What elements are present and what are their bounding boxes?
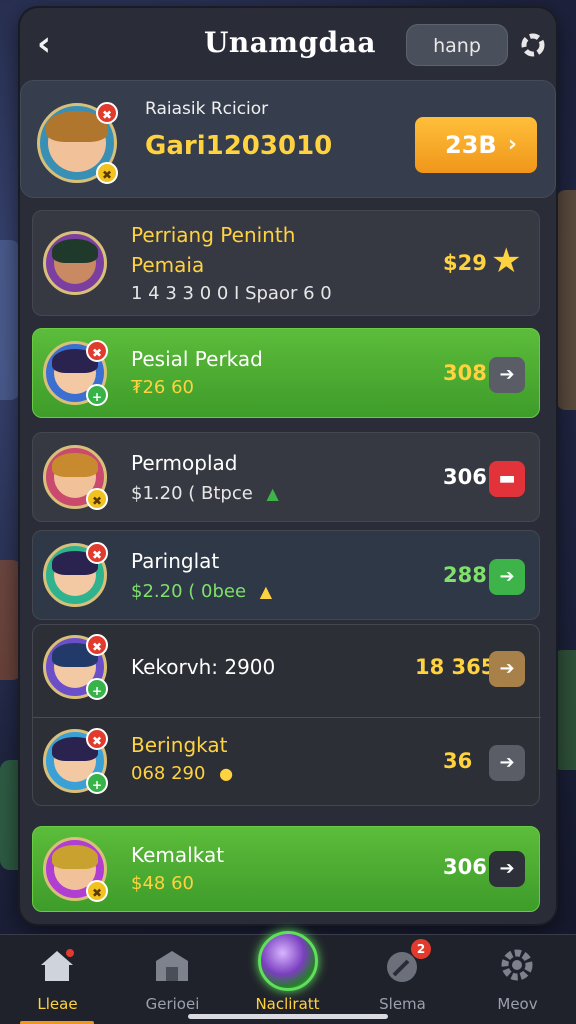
row-subtext: 1 4 3 3 0 0 I Spaor 6 0 xyxy=(131,283,332,304)
background-scenery xyxy=(0,560,22,680)
nav-item-settings[interactable]: Meov xyxy=(460,935,575,1024)
row-subtext-value: 068 290 xyxy=(131,763,206,784)
coin-icon: ✖ xyxy=(96,162,118,184)
row-name: Permoplad xyxy=(131,451,238,475)
avatar: ✖ + xyxy=(43,340,108,406)
nav-item-shop[interactable]: Gerioei xyxy=(115,935,230,1024)
settings-icon[interactable] xyxy=(516,28,550,62)
leaderboard-row[interactable]: Perriang Peninth Pemaia 1 4 3 3 0 0 I Sp… xyxy=(32,210,540,316)
nav-label: Meov xyxy=(497,995,538,1013)
nav-item-home[interactable]: Lleae xyxy=(0,935,115,1024)
leaderboard-row[interactable]: ✖ Paringlat $2.20 ( 0bee ▲ 288 ➔ xyxy=(32,530,540,620)
plus-icon: + xyxy=(86,772,108,794)
nav-item-orb[interactable]: Nacliratt xyxy=(230,931,345,1024)
plus-icon: + xyxy=(86,384,108,406)
notification-icon: ✖ xyxy=(86,728,108,750)
profile-id: Gari1203010 xyxy=(145,131,333,161)
avatar: ✖ + xyxy=(43,634,108,700)
row-subtext: $48 60 xyxy=(131,873,194,894)
avatar: ✖ xyxy=(43,542,108,607)
flag-icon[interactable]: ▬ xyxy=(489,461,525,497)
player-profile-card: ✖ ✖ Raiasik Rcicior Gari1203010 23B › xyxy=(20,80,556,198)
home-icon xyxy=(41,949,74,981)
arrow-icon[interactable]: ➔ xyxy=(489,559,525,595)
profile-button-label: 23B xyxy=(445,131,497,159)
up-triangle-icon: ▲ xyxy=(266,484,279,503)
plus-icon: + xyxy=(86,678,108,700)
chevron-right-icon: › xyxy=(507,132,517,157)
row-name-line2: Pemaia xyxy=(131,253,205,277)
row-subtext: 068 290 ● xyxy=(131,763,233,784)
row-score: 308 xyxy=(443,361,487,385)
leaderboard-row[interactable]: ✖ Kemalkat $48 60 306 ➔ xyxy=(32,826,540,912)
bottom-nav: Lleae Gerioei Nacliratt 2 Slema Meov xyxy=(0,931,576,1024)
row-subtext: $2.20 ( 0bee ▲ xyxy=(131,581,272,602)
nav-label: Lleae xyxy=(37,995,78,1013)
leaderboard-row[interactable]: ✖ + Pesial Perkad ₮26 60 308 ➔ xyxy=(32,328,540,418)
notification-icon: ✖ xyxy=(86,542,108,564)
row-name: Pesial Perkad xyxy=(131,347,263,371)
nav-item-compass[interactable]: 2 Slema xyxy=(345,935,460,1024)
home-indicator xyxy=(188,1014,388,1019)
header: ‹ Unamgdaa hanp xyxy=(20,8,556,80)
help-button[interactable]: hanp xyxy=(406,24,508,66)
row-score: 288 xyxy=(443,563,487,587)
avatar: ✖ ✖ xyxy=(37,102,118,184)
notification-icon: ✖ xyxy=(96,102,118,124)
arrow-icon[interactable]: ➔ xyxy=(489,357,525,393)
arrow-icon[interactable]: ➔ xyxy=(489,745,525,781)
notification-icon: ✖ xyxy=(86,634,108,656)
background-scenery xyxy=(556,190,576,410)
page-title: Unamgdaa xyxy=(204,26,376,59)
warning-icon: ▲ xyxy=(259,582,273,601)
coin-icon: ✖ xyxy=(86,880,108,902)
background-scenery xyxy=(0,240,20,400)
coin-icon: ✖ xyxy=(86,488,108,510)
avatar: ✖ xyxy=(43,837,108,902)
leaderboard-row[interactable]: ✖ Permoplad $1.20 ( Btpce ▲ 306 ▬ xyxy=(32,432,540,522)
leaderboard-panel: ‹ Unamgdaa hanp ✖ ✖ Raiasik Rcicior Gari… xyxy=(20,8,556,924)
row-score: 306 xyxy=(443,855,487,879)
leaderboard-group: ✖ + Kekorvh: 2900 18 365a ➔ ✖ + Beringka… xyxy=(32,624,541,806)
avatar xyxy=(43,231,107,295)
row-name: Kekorvh: 2900 xyxy=(131,655,276,679)
gear-icon xyxy=(501,949,533,981)
row-name: Kemalkat xyxy=(131,843,225,867)
row-subtext-value: $2.20 ( 0bee xyxy=(131,581,247,602)
row-name: Perriang Peninth xyxy=(131,223,296,247)
row-name: Beringkat xyxy=(131,733,228,757)
avatar: ✖ xyxy=(43,445,108,510)
row-score: 306 xyxy=(443,465,487,489)
row-subtext-value: $1.20 ( Btpce xyxy=(131,483,253,504)
arrow-icon[interactable]: ➔ xyxy=(489,651,525,687)
nav-label: Gerioei xyxy=(145,995,200,1013)
profile-action-button[interactable]: 23B › xyxy=(415,117,537,173)
nav-label: Nacliratt xyxy=(255,995,320,1013)
row-subtext: ₮26 60 xyxy=(131,377,194,398)
back-arrow-icon[interactable]: ‹ xyxy=(28,24,60,64)
row-score: 36 xyxy=(443,749,473,773)
nav-badge: 2 xyxy=(411,939,431,959)
avatar: ✖ + xyxy=(43,728,108,794)
notification-icon: ✖ xyxy=(86,340,108,362)
row-name: Paringlat xyxy=(131,549,220,573)
shop-icon xyxy=(156,951,188,981)
profile-name: Raiasik Rcicior xyxy=(145,99,269,119)
row-subtext: $1.20 ( Btpce ▲ xyxy=(131,483,279,504)
star-icon[interactable]: ★ xyxy=(491,241,521,281)
divider xyxy=(33,717,541,718)
row-score: $29 xyxy=(443,251,487,275)
warning-icon: ● xyxy=(219,764,234,783)
arrow-icon[interactable]: ➔ xyxy=(489,851,525,887)
orb-icon xyxy=(258,931,318,991)
nav-label: Slema xyxy=(379,995,426,1013)
